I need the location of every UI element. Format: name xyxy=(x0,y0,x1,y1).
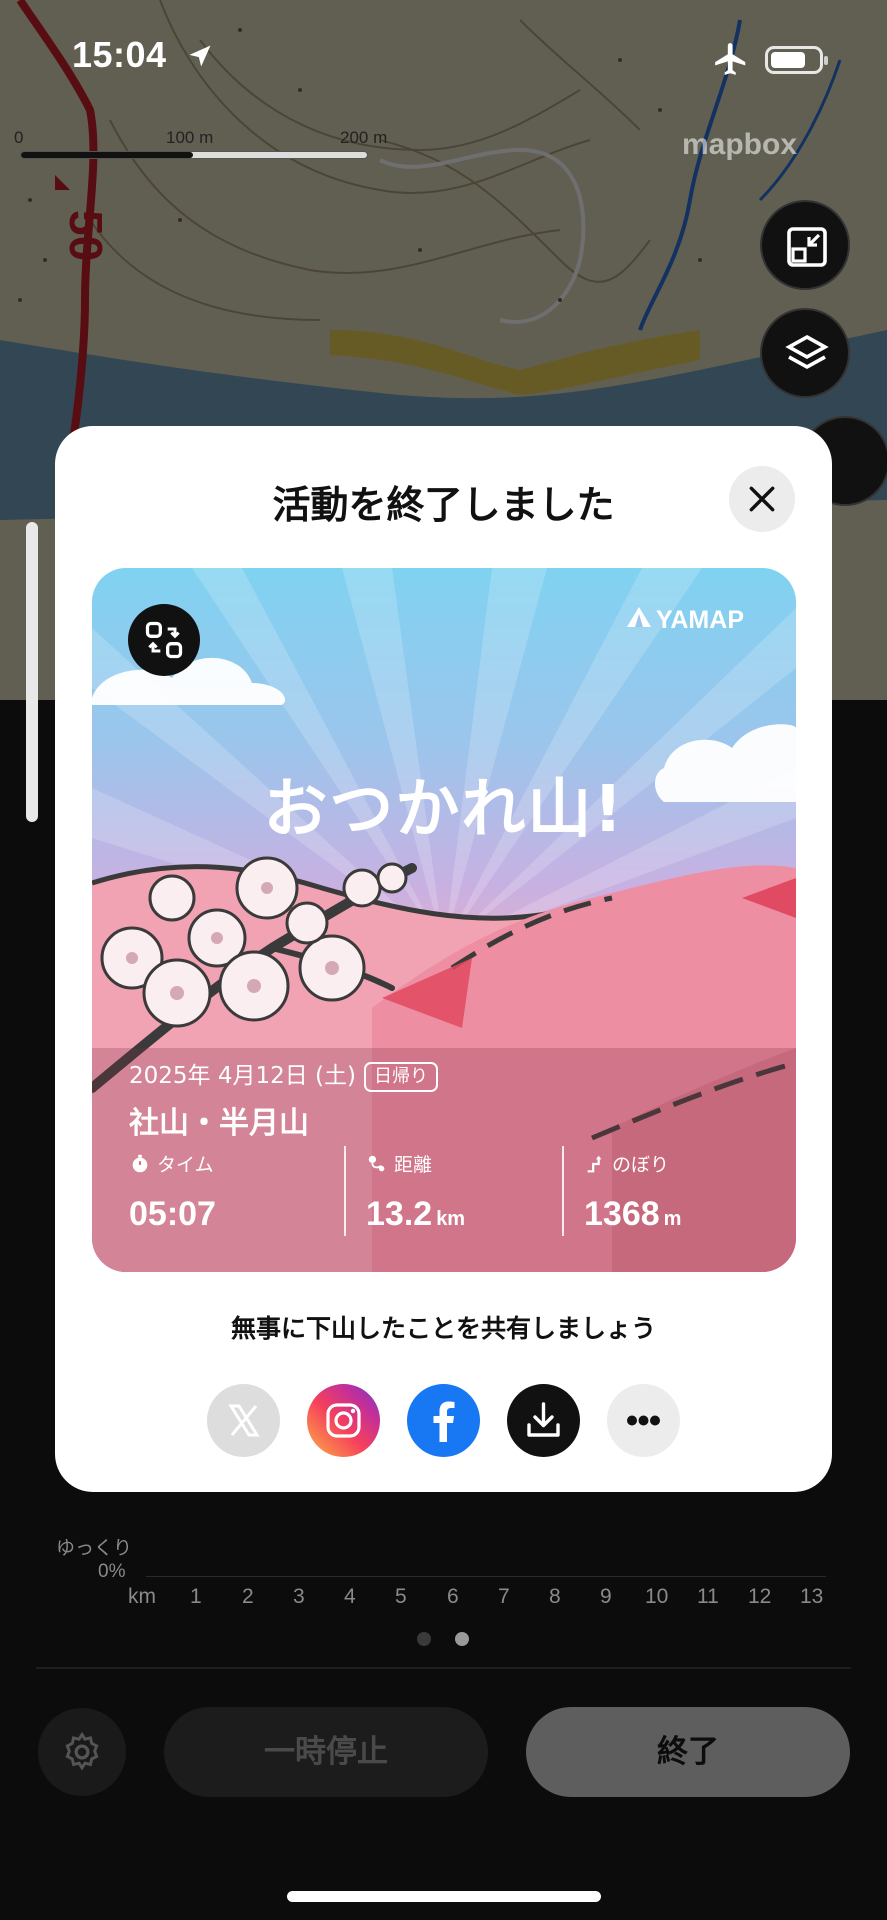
airplane-mode-icon xyxy=(712,40,750,82)
map-scale-bar xyxy=(20,151,368,159)
yamap-mark-icon xyxy=(626,606,652,635)
stat-distance-value: 13.2 xyxy=(366,1195,433,1233)
close-icon xyxy=(749,486,775,512)
chart-x-tick: 2 xyxy=(242,1585,254,1608)
scale-label-0: 0 xyxy=(14,128,24,147)
status-time: 15:04 xyxy=(72,34,167,75)
panel-divider xyxy=(36,1667,851,1669)
chart-x-tick: 1 xyxy=(190,1585,202,1608)
chart-x-tick: 8 xyxy=(549,1585,561,1608)
swap-card-button[interactable] xyxy=(128,604,200,676)
page-dot[interactable] xyxy=(417,1632,431,1646)
stat-time: タイム 05:07 xyxy=(129,1150,220,1234)
stat-time-value: 05:07 xyxy=(129,1195,216,1233)
card-headline: おつかれ山! xyxy=(263,773,625,847)
activity-date: 2025年 4月12日 (土) 日帰り xyxy=(129,1056,439,1092)
save-image-button[interactable] xyxy=(507,1384,580,1457)
share-x-button[interactable] xyxy=(207,1384,280,1457)
stat-time-label: タイム xyxy=(157,1154,214,1176)
trip-type-badge: 日帰り xyxy=(364,1062,439,1092)
chart-x-unit: km xyxy=(128,1585,156,1608)
panel-side-handle[interactable] xyxy=(26,522,38,822)
chart-x-tick: 3 xyxy=(293,1585,305,1608)
x-logo-icon xyxy=(228,1404,260,1437)
share-instagram-button[interactable] xyxy=(307,1384,380,1457)
yamap-logo: YAMAP xyxy=(626,606,744,635)
stat-ascent: のぼり 1368 m xyxy=(584,1150,681,1234)
chart-x-tick: 13 xyxy=(800,1585,824,1608)
pause-button[interactable]: 一時停止 xyxy=(164,1707,488,1797)
stopwatch-icon xyxy=(132,1154,148,1172)
more-dots-icon xyxy=(627,1415,660,1426)
scale-label-100: 100 m xyxy=(166,128,214,147)
more-share-options-button[interactable] xyxy=(607,1384,680,1457)
share-prompt: 無事に下山したことを共有しましょう xyxy=(230,1314,656,1343)
activity-date-text: 2025年 4月12日 (土) xyxy=(129,1063,357,1089)
map-layers-button[interactable] xyxy=(760,308,850,398)
chart-x-tick: 7 xyxy=(498,1585,510,1608)
chart-x-tick: 12 xyxy=(748,1585,772,1608)
stat-divider xyxy=(344,1146,346,1236)
end-activity-button[interactable]: 終了 xyxy=(526,1707,850,1797)
location-arrow-icon xyxy=(186,42,214,74)
battery-icon xyxy=(765,46,828,74)
page-dot-active[interactable] xyxy=(455,1632,469,1646)
chart-x-tick: 11 xyxy=(697,1585,719,1608)
fit-route-button[interactable] xyxy=(760,200,850,290)
collapse-icon xyxy=(787,227,827,267)
swap-icon xyxy=(145,621,183,659)
ascent-arrow-icon xyxy=(587,1155,602,1172)
gear-icon xyxy=(65,1731,99,1771)
activity-finished-dialog: 活動を終了しました YAMAP おつかれ山! 2025年 4月12日 (土) 日… xyxy=(55,426,832,1492)
stat-ascent-label: のぼり xyxy=(612,1154,670,1176)
stat-distance: 距離 13.2 km xyxy=(366,1150,465,1234)
chart-baseline xyxy=(146,1576,826,1577)
chart-y-label-slow: ゆっくり xyxy=(56,1538,133,1559)
chart-x-tick: 9 xyxy=(600,1585,612,1608)
chart-x-tick: 4 xyxy=(344,1585,356,1608)
chart-x-tick: 6 xyxy=(447,1585,459,1608)
instagram-icon xyxy=(326,1403,361,1438)
stat-distance-label: 距離 xyxy=(394,1154,433,1176)
stat-ascent-unit: m xyxy=(663,1208,682,1230)
dialog-title: 活動を終了しました xyxy=(272,483,615,527)
download-icon xyxy=(527,1402,560,1437)
stat-divider xyxy=(562,1146,564,1236)
stat-ascent-value: 1368 xyxy=(584,1195,660,1233)
close-button[interactable] xyxy=(729,466,795,532)
share-card: YAMAP おつかれ山! 2025年 4月12日 (土) 日帰り 社山・半月山 タ… xyxy=(92,568,796,1272)
chart-x-tick: 10 xyxy=(645,1585,669,1608)
stat-distance-unit: km xyxy=(436,1208,466,1230)
mountain-name: 社山・半月山 xyxy=(129,1106,309,1141)
share-facebook-button[interactable] xyxy=(407,1384,480,1457)
mapbox-attribution[interactable]: mapbox xyxy=(682,128,797,162)
route-pin-icon xyxy=(368,1155,385,1171)
yamap-brand-text: YAMAP xyxy=(656,606,744,634)
facebook-icon xyxy=(433,1401,455,1442)
chart-x-tick: 5 xyxy=(395,1585,407,1608)
scale-label-200: 200 m xyxy=(340,128,388,147)
layers-icon xyxy=(785,334,829,370)
chart-y-label-zero: 0% xyxy=(98,1561,126,1582)
settings-button[interactable] xyxy=(38,1708,126,1796)
home-indicator[interactable] xyxy=(287,1891,601,1902)
